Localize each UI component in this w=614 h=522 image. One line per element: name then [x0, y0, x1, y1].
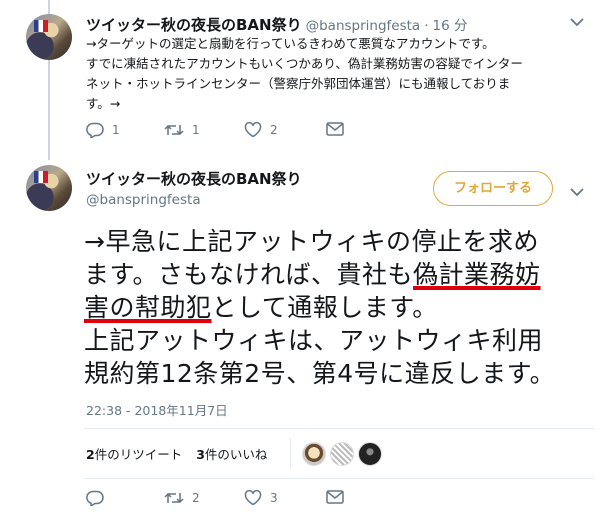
liker-avatar[interactable] — [358, 442, 382, 466]
reply-icon — [86, 122, 104, 138]
handle[interactable]: @banspringfesta — [306, 18, 421, 34]
tweet-text-line: 上記アットウィキは、アットウィキ利用 — [84, 326, 544, 355]
tweet-actions: 1 1 2 — [86, 122, 386, 142]
tweet-text-segment: として通報します。 — [211, 293, 438, 322]
tweet-text-line: すでに凍結されたアカウントもいくつかあり、偽計業務妨害の容疑でインター — [86, 56, 523, 71]
like-count: 3 — [270, 491, 278, 505]
tweet-timestamp[interactable]: 22:38 - 2018年11月7日 — [86, 400, 228, 419]
tweet-text-line: 規約第12条第2号、第4号に違反します。 — [84, 359, 556, 388]
tweet-text-line: す。→ — [86, 96, 121, 111]
retweet-icon — [164, 490, 184, 506]
chevron-down-icon[interactable] — [570, 182, 584, 201]
tweet-text-line: 害の幇助犯として通報します。 — [84, 291, 604, 324]
direct-message-button[interactable] — [326, 122, 344, 136]
reply-icon — [86, 490, 104, 506]
like-button[interactable]: 2 — [244, 122, 278, 138]
retweet-stat-label: 件のリツイート — [94, 447, 183, 462]
divider — [84, 428, 594, 429]
tweet-text: →ターゲットの選定と扇動を行っているきわめて悪質なアカウントです。 すでに凍結さ… — [86, 34, 596, 114]
liker-avatar[interactable] — [330, 442, 354, 466]
avatar[interactable] — [26, 14, 72, 60]
tweet-text-line: →早急に上記アットウィキの停止を求め — [84, 227, 539, 256]
retweet-button[interactable]: 1 — [164, 122, 200, 138]
red-underlined-text: 害の幇助犯 — [84, 293, 212, 322]
tweet-text-line: ます。さもなければ、貴社も偽計業務妨 — [84, 258, 604, 291]
liker-avatar[interactable] — [302, 442, 326, 466]
display-name[interactable]: ツイッター秋の夜長のBAN祭り — [86, 14, 302, 35]
heart-icon — [244, 490, 262, 506]
tweet-stats: 2件のリツイート 3件のいいね — [86, 444, 267, 463]
reply-count: 1 — [112, 123, 120, 137]
retweet-stats-link[interactable]: 2件のリツイート — [86, 444, 182, 463]
chevron-down-icon[interactable] — [570, 12, 584, 31]
direct-message-button[interactable] — [326, 490, 344, 504]
heart-icon — [244, 122, 262, 138]
retweet-count: 1 — [192, 123, 200, 137]
reply-button[interactable]: 1 — [86, 122, 120, 138]
tweet-text-segment: ます。さもなければ、貴社も — [84, 260, 414, 289]
avatar[interactable] — [26, 165, 72, 211]
red-underlined-text: 偽計業務妨 — [413, 260, 541, 289]
stats-divider — [290, 438, 291, 468]
flag-icon — [34, 20, 48, 32]
retweet-button[interactable]: 2 — [164, 490, 200, 506]
retweet-stat-count: 2 — [86, 447, 95, 462]
tweet-header: ツイッター秋の夜長のBAN祭り @banspringfesta · 16 分 — [86, 14, 467, 35]
tweet-text-line: →ターゲットの選定と扇動を行っているきわめて悪質なアカウントです。 — [86, 36, 495, 51]
handle[interactable]: @banspringfesta — [86, 192, 201, 208]
time-separator: · — [424, 18, 429, 34]
like-button[interactable]: 3 — [244, 490, 278, 506]
follow-button[interactable]: フォローする — [433, 171, 553, 206]
timestamp[interactable]: 16 分 — [433, 14, 468, 34]
tweet-text: →早急に上記アットウィキの停止を求め ます。さもなければ、貴社も偽計業務妨 害の… — [84, 225, 604, 390]
tweet-text-line: ネット・ホットラインセンター（警察庁外郭団体運営）にも通報しておりま — [86, 76, 511, 91]
like-stat-count: 3 — [196, 447, 205, 462]
like-stat-label: 件のいいね — [204, 447, 268, 462]
like-count: 2 — [270, 123, 278, 137]
retweet-count: 2 — [192, 491, 200, 505]
flag-icon — [34, 171, 48, 183]
tweet-actions: 2 3 — [86, 490, 386, 510]
envelope-icon — [326, 122, 344, 136]
envelope-icon — [326, 490, 344, 504]
divider — [84, 478, 594, 479]
display-name[interactable]: ツイッター秋の夜長のBAN祭り — [86, 168, 302, 189]
like-stats-link[interactable]: 3件のいいね — [196, 444, 267, 463]
retweet-icon — [164, 122, 184, 138]
reply-button[interactable] — [86, 490, 112, 506]
